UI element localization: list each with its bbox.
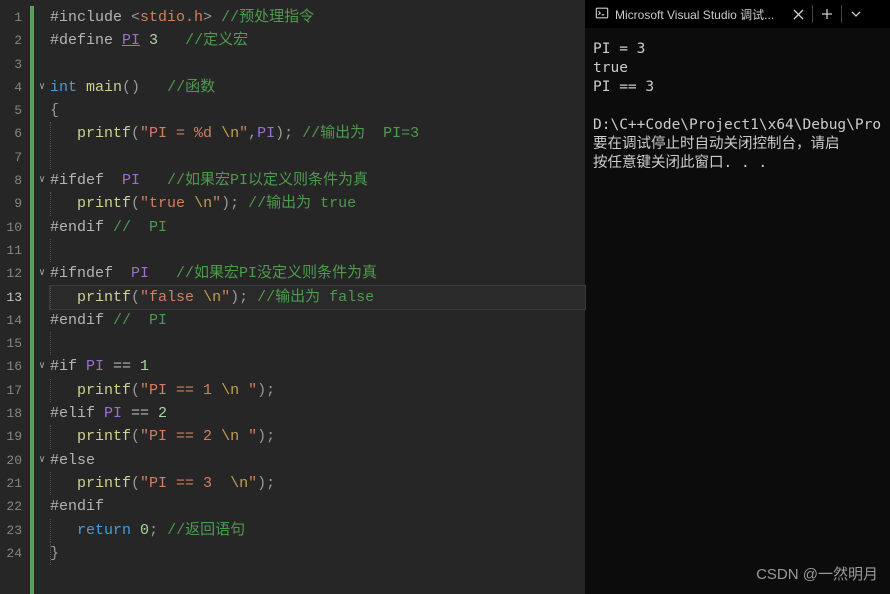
code-line[interactable]: } bbox=[50, 542, 585, 565]
fold-spacer bbox=[34, 286, 50, 309]
code-line[interactable]: printf("PI = %d \n",PI); //输出为 PI=3 bbox=[50, 122, 585, 145]
line-number: 5 bbox=[0, 99, 30, 122]
indent-guide bbox=[50, 239, 51, 262]
fold-collapse-icon[interactable]: ∨ bbox=[34, 262, 50, 285]
code-line[interactable]: #include <stdio.h> //预处理指令 bbox=[50, 6, 585, 29]
line-number: 22 bbox=[0, 495, 30, 518]
indent-guide bbox=[50, 332, 51, 355]
line-number: 20 bbox=[0, 449, 30, 472]
fold-spacer bbox=[34, 122, 50, 145]
watermark: CSDN @一然明月 bbox=[756, 563, 878, 584]
fold-column[interactable]: ∨ ∨ ∨ ∨ ∨ bbox=[34, 0, 50, 594]
fold-spacer bbox=[34, 6, 50, 29]
fold-spacer bbox=[34, 29, 50, 52]
fold-collapse-icon[interactable]: ∨ bbox=[34, 76, 50, 99]
line-number: 14 bbox=[0, 309, 30, 332]
line-number-gutter: 123456789101112131415161718192021222324 bbox=[0, 0, 30, 594]
code-line[interactable]: { bbox=[50, 99, 585, 122]
code-line[interactable]: printf("true \n"); //输出为 true bbox=[50, 192, 585, 215]
line-number: 3 bbox=[0, 53, 30, 76]
code-line[interactable]: #elif PI == 2 bbox=[50, 402, 585, 425]
terminal-tab-title: Microsoft Visual Studio 调试... bbox=[615, 6, 774, 23]
line-number: 4 bbox=[0, 76, 30, 99]
terminal-tab[interactable]: Microsoft Visual Studio 调试... bbox=[585, 0, 784, 28]
line-number: 18 bbox=[0, 402, 30, 425]
fold-spacer bbox=[34, 239, 50, 262]
code-line[interactable]: printf("PI == 3 \n"); bbox=[50, 472, 585, 495]
fold-collapse-icon[interactable]: ∨ bbox=[34, 355, 50, 378]
fold-spacer bbox=[34, 472, 50, 495]
line-number: 6 bbox=[0, 122, 30, 145]
code-line[interactable]: #endif // PI bbox=[50, 216, 585, 239]
tab-dropdown-button[interactable] bbox=[842, 0, 870, 28]
code-line[interactable]: #if PI == 1 bbox=[50, 355, 585, 378]
fold-spacer bbox=[34, 53, 50, 76]
code-line[interactable]: printf("PI == 2 \n "); bbox=[50, 425, 585, 448]
line-number: 11 bbox=[0, 239, 30, 262]
terminal-output[interactable]: PI = 3 true PI == 3 D:\C++Code\Project1\… bbox=[585, 28, 890, 185]
code-line[interactable]: #else bbox=[50, 449, 585, 472]
fold-spacer bbox=[34, 379, 50, 402]
line-number: 13 bbox=[0, 286, 30, 309]
line-number: 1 bbox=[0, 6, 30, 29]
code-line[interactable]: #ifndef PI //如果宏PI没定义则条件为真 bbox=[50, 262, 585, 285]
code-line[interactable]: printf("PI == 1 \n "); bbox=[50, 379, 585, 402]
fold-spacer bbox=[34, 309, 50, 332]
fold-collapse-icon[interactable]: ∨ bbox=[34, 449, 50, 472]
code-line[interactable] bbox=[50, 146, 585, 169]
fold-spacer bbox=[34, 402, 50, 425]
line-number: 19 bbox=[0, 425, 30, 448]
code-line[interactable]: #ifdef PI //如果宏PI以定义则条件为真 bbox=[50, 169, 585, 192]
line-number: 17 bbox=[0, 379, 30, 402]
line-number: 15 bbox=[0, 332, 30, 355]
fold-collapse-icon[interactable]: ∨ bbox=[34, 169, 50, 192]
code-line[interactable]: return 0; //返回语句 bbox=[50, 519, 585, 542]
line-number: 12 bbox=[0, 262, 30, 285]
line-number: 21 bbox=[0, 472, 30, 495]
code-line[interactable] bbox=[50, 239, 585, 262]
fold-spacer bbox=[34, 216, 50, 239]
terminal-panel: Microsoft Visual Studio 调试... PI = 3 tru… bbox=[585, 0, 890, 594]
fold-spacer bbox=[34, 192, 50, 215]
code-line[interactable]: #endif bbox=[50, 495, 585, 518]
line-number: 9 bbox=[0, 192, 30, 215]
close-tab-button[interactable] bbox=[784, 0, 812, 28]
code-line[interactable]: printf("false \n"); //输出为 false bbox=[50, 286, 585, 309]
new-tab-button[interactable] bbox=[813, 0, 841, 28]
fold-spacer bbox=[34, 519, 50, 542]
fold-spacer bbox=[34, 99, 50, 122]
fold-spacer bbox=[34, 425, 50, 448]
line-number: 7 bbox=[0, 146, 30, 169]
fold-spacer bbox=[34, 495, 50, 518]
code-line[interactable]: int main() //函数 bbox=[50, 76, 585, 99]
code-editor[interactable]: 123456789101112131415161718192021222324 … bbox=[0, 0, 585, 594]
line-number: 24 bbox=[0, 542, 30, 565]
code-line[interactable] bbox=[50, 53, 585, 76]
code-line[interactable]: #endif // PI bbox=[50, 309, 585, 332]
code-line[interactable] bbox=[50, 332, 585, 355]
line-number: 2 bbox=[0, 29, 30, 52]
line-number: 10 bbox=[0, 216, 30, 239]
line-number: 8 bbox=[0, 169, 30, 192]
fold-spacer bbox=[34, 332, 50, 355]
fold-spacer bbox=[34, 146, 50, 169]
terminal-icon bbox=[595, 6, 609, 23]
code-line[interactable]: #define PI 3 //定义宏 bbox=[50, 29, 585, 52]
terminal-tab-bar: Microsoft Visual Studio 调试... bbox=[585, 0, 890, 28]
line-number: 23 bbox=[0, 519, 30, 542]
indent-guide bbox=[50, 146, 51, 169]
code-area[interactable]: #include <stdio.h> //预处理指令#define PI 3 /… bbox=[50, 0, 585, 594]
fold-spacer bbox=[34, 542, 50, 565]
line-number: 16 bbox=[0, 355, 30, 378]
